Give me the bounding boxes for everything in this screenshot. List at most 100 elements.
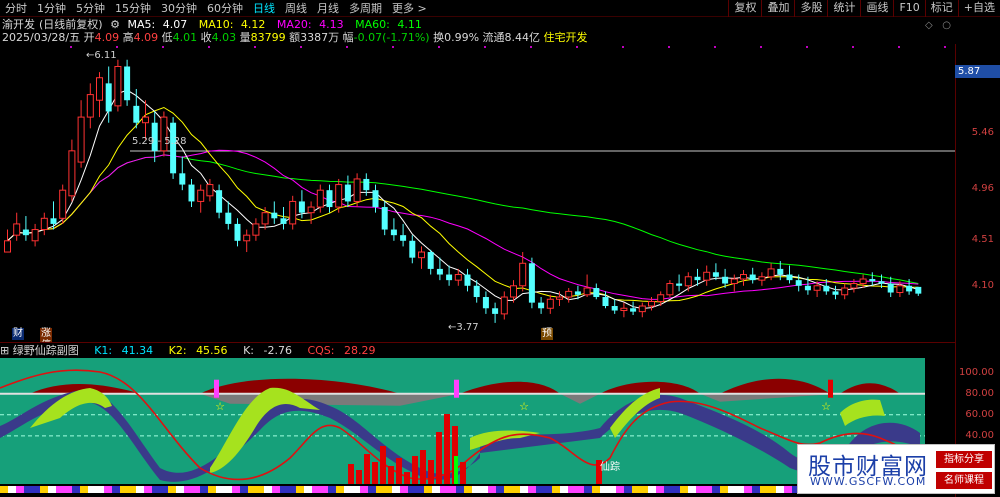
period-tab[interactable]: 周线 bbox=[280, 0, 312, 17]
indicator-share-badge[interactable]: 指标分享 bbox=[936, 451, 992, 468]
candle[interactable] bbox=[271, 201, 278, 224]
course-badge[interactable]: 名师课程 bbox=[936, 472, 992, 489]
period-tab[interactable]: 5分钟 bbox=[71, 0, 110, 17]
candle[interactable] bbox=[666, 280, 674, 298]
candle[interactable] bbox=[13, 212, 21, 241]
adjust-mode[interactable]: (日线前复权) bbox=[39, 18, 103, 31]
candle[interactable] bbox=[86, 83, 94, 129]
period-tab[interactable]: 15分钟 bbox=[110, 0, 156, 17]
candle[interactable] bbox=[188, 178, 195, 208]
candle[interactable] bbox=[832, 285, 839, 300]
period-tab[interactable]: 月线 bbox=[312, 0, 344, 17]
candle[interactable] bbox=[593, 283, 600, 300]
stock-name[interactable]: 渝开发 bbox=[2, 18, 35, 31]
candle[interactable] bbox=[68, 139, 76, 202]
candle[interactable] bbox=[869, 272, 876, 286]
candle[interactable] bbox=[344, 175, 351, 208]
candle[interactable] bbox=[96, 72, 103, 118]
candle[interactable] bbox=[712, 263, 719, 281]
close-icon[interactable]: ○ bbox=[942, 20, 951, 31]
candle[interactable] bbox=[160, 111, 168, 157]
candle[interactable] bbox=[418, 246, 425, 269]
toolbar-button[interactable]: F10 bbox=[893, 0, 924, 17]
toolbar-button[interactable]: 画线 bbox=[860, 0, 893, 17]
candle[interactable] bbox=[538, 297, 545, 314]
toolbar-button[interactable]: +自选 bbox=[957, 0, 1000, 17]
candle[interactable] bbox=[786, 265, 793, 284]
candle[interactable] bbox=[630, 301, 637, 316]
candle[interactable] bbox=[40, 212, 48, 236]
candle[interactable] bbox=[730, 274, 738, 292]
gear-icon[interactable]: ⚙ bbox=[110, 18, 120, 31]
candle[interactable] bbox=[546, 294, 554, 314]
toolbar-button[interactable]: 标记 bbox=[924, 0, 958, 17]
candle[interactable] bbox=[179, 156, 186, 191]
candle[interactable] bbox=[22, 216, 29, 241]
candle[interactable] bbox=[170, 117, 177, 179]
candle[interactable] bbox=[583, 274, 591, 298]
toolbar-button[interactable]: 复权 bbox=[728, 0, 761, 17]
candle[interactable] bbox=[197, 184, 205, 213]
candle[interactable] bbox=[676, 274, 683, 292]
candle[interactable] bbox=[225, 201, 232, 230]
candle[interactable] bbox=[400, 223, 407, 247]
period-tab[interactable]: 60分钟 bbox=[202, 0, 248, 17]
candle[interactable] bbox=[4, 229, 11, 253]
forecast-mark[interactable]: 预 bbox=[541, 328, 553, 340]
candle[interactable] bbox=[326, 184, 333, 213]
period-tab[interactable]: 更多 > bbox=[387, 0, 432, 17]
candle[interactable] bbox=[896, 281, 904, 298]
candle[interactable] bbox=[740, 270, 747, 286]
indicator-name[interactable]: ⊞ 绿野仙踪副图 bbox=[0, 344, 85, 357]
candle[interactable] bbox=[390, 218, 397, 241]
candle[interactable] bbox=[372, 184, 379, 213]
candle[interactable] bbox=[684, 272, 692, 292]
candle[interactable] bbox=[289, 195, 297, 230]
candle[interactable] bbox=[859, 274, 867, 289]
candle[interactable] bbox=[243, 229, 251, 253]
candle[interactable] bbox=[252, 218, 260, 241]
period-tab[interactable]: 1分钟 bbox=[32, 0, 71, 17]
period-tab[interactable]: 日线 bbox=[248, 0, 280, 17]
candle[interactable] bbox=[206, 178, 214, 202]
candle[interactable] bbox=[887, 276, 894, 298]
period-tab[interactable]: 30分钟 bbox=[156, 0, 202, 17]
candle[interactable] bbox=[216, 184, 223, 219]
candle[interactable] bbox=[31, 223, 39, 247]
toolbar-button[interactable]: 统计 bbox=[827, 0, 860, 17]
candle[interactable] bbox=[915, 286, 922, 296]
sector-label[interactable]: 住宅开发 bbox=[544, 31, 588, 44]
candle[interactable] bbox=[482, 291, 489, 314]
candle[interactable] bbox=[492, 302, 499, 323]
candle[interactable] bbox=[409, 235, 416, 264]
candle[interactable] bbox=[749, 267, 756, 284]
period-tab[interactable]: 分时 bbox=[0, 0, 32, 17]
candle[interactable] bbox=[142, 100, 149, 140]
candle[interactable] bbox=[841, 283, 849, 300]
diamond-icon[interactable]: ◇ bbox=[925, 20, 933, 31]
candle[interactable] bbox=[427, 249, 434, 275]
candle[interactable] bbox=[703, 265, 711, 286]
candle[interactable] bbox=[611, 299, 618, 314]
candle[interactable] bbox=[464, 268, 471, 292]
candle[interactable] bbox=[528, 257, 535, 309]
candle[interactable] bbox=[446, 265, 453, 286]
candle[interactable] bbox=[381, 201, 388, 236]
candle[interactable] bbox=[620, 302, 628, 318]
toolbar-button[interactable]: 叠加 bbox=[761, 0, 794, 17]
candle[interactable] bbox=[234, 218, 241, 247]
candle[interactable] bbox=[59, 184, 67, 224]
candle[interactable] bbox=[500, 291, 508, 320]
candlestick-chart[interactable]: ←6.11 ←3.77 5.29 - 5.28 bbox=[0, 44, 955, 342]
candle[interactable] bbox=[638, 302, 646, 318]
candle[interactable] bbox=[114, 59, 122, 112]
candle[interactable] bbox=[124, 59, 131, 106]
candle[interactable] bbox=[758, 272, 766, 286]
candle[interactable] bbox=[565, 288, 573, 303]
finance-mark[interactable]: 财 bbox=[12, 328, 24, 340]
period-tab[interactable]: 多周期 bbox=[344, 0, 387, 17]
toolbar-button[interactable]: 多股 bbox=[794, 0, 827, 17]
candle[interactable] bbox=[50, 201, 57, 230]
candle[interactable] bbox=[280, 207, 287, 230]
candle[interactable] bbox=[77, 100, 85, 168]
